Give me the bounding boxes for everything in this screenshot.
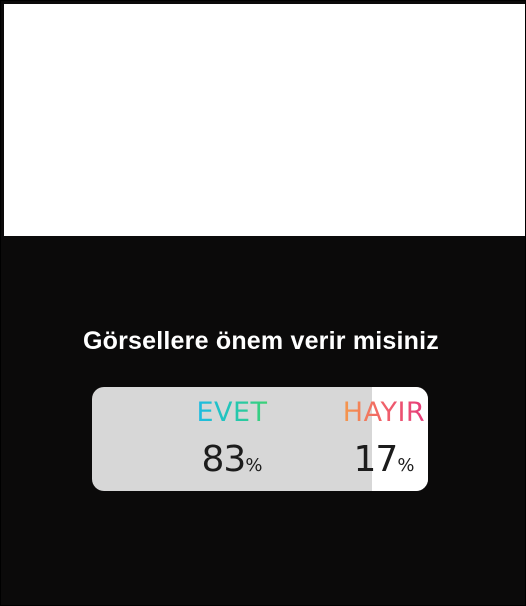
poll-option-no-label: HAYIR bbox=[342, 397, 426, 428]
poll-option-no[interactable]: HAYIR 17% bbox=[342, 387, 426, 491]
poll-question: Görsellere önem verir misiniz bbox=[83, 327, 439, 355]
poll-option-yes-value: 83 bbox=[201, 439, 247, 480]
poll-sticker[interactable]: EVET 83% HAYIR 17% bbox=[92, 387, 428, 491]
poll-option-yes[interactable]: EVET 83% bbox=[192, 387, 272, 491]
poll-option-yes-percent: 83% bbox=[192, 439, 272, 480]
poll-option-no-value: 17 bbox=[353, 439, 399, 480]
poll-option-yes-label: EVET bbox=[192, 397, 272, 428]
percent-sign: % bbox=[397, 455, 415, 476]
story-frame: Görsellere önem verir misiniz EVET 83% H… bbox=[0, 0, 526, 606]
poll-option-no-percent: 17% bbox=[342, 439, 426, 480]
media-area bbox=[4, 4, 525, 236]
percent-sign: % bbox=[245, 455, 263, 476]
